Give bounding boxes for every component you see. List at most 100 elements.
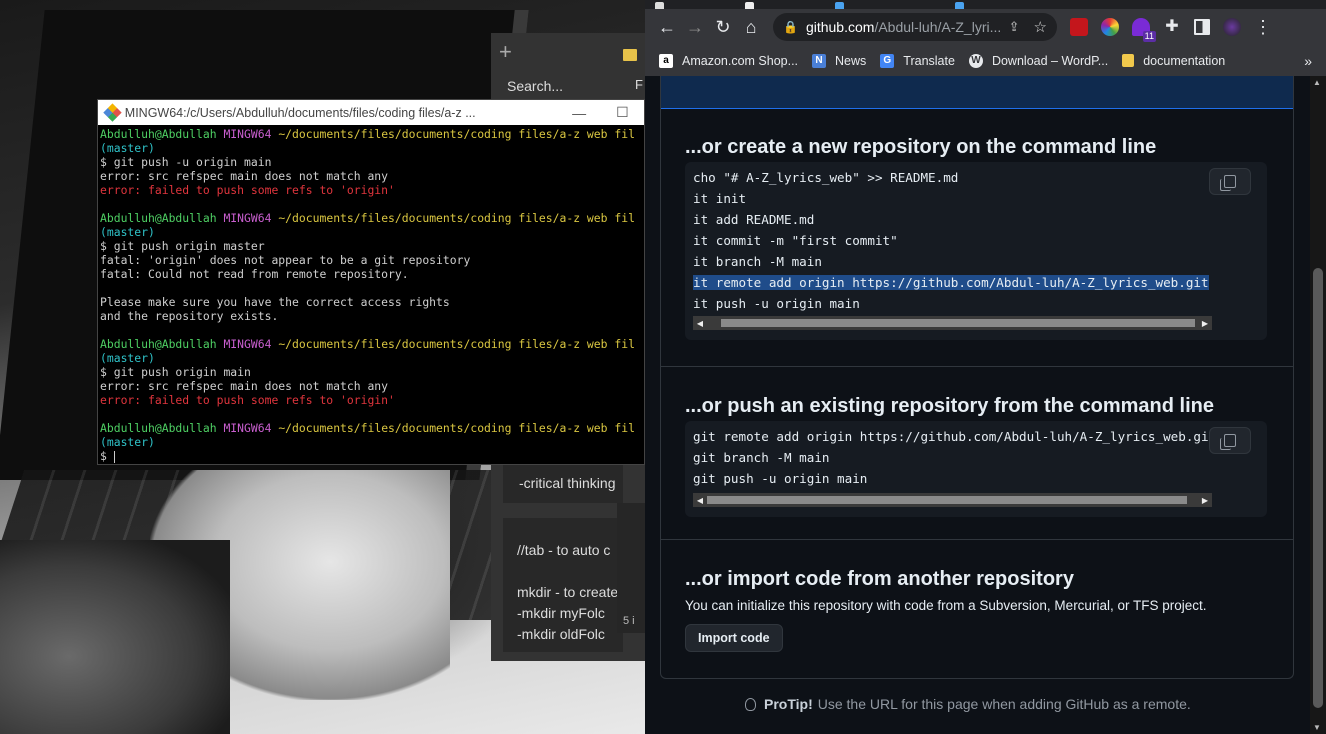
profile-avatar[interactable] <box>1223 18 1241 36</box>
notes-search-input[interactable]: Search... <box>507 78 563 94</box>
prompt-path: ~/documents/files/documents/coding files… <box>278 211 635 225</box>
note-line: -mkdir oldFolc <box>517 626 605 642</box>
side-panel-icon[interactable] <box>1194 19 1210 35</box>
prompt-user: Abdulluh@Abdullah <box>100 421 217 435</box>
back-icon[interactable]: ← <box>653 13 681 41</box>
share-icon[interactable]: ⇪ <box>1009 19 1020 35</box>
copy-button[interactable] <box>1209 168 1251 195</box>
code-line: it commit -m "first commit" <box>693 233 898 248</box>
scroll-left-icon[interactable]: ◀ <box>693 316 707 330</box>
code-line: cho "# A-Z_lyrics_web" >> README.md <box>693 170 959 185</box>
code-text[interactable]: git remote add origin https://github.com… <box>693 426 1212 489</box>
bookmark-news[interactable]: N News <box>812 53 867 68</box>
bookmark-label: Amazon.com Shop... <box>682 53 799 68</box>
light-bulb-icon <box>745 697 756 711</box>
import-section: ...or import code from another repositor… <box>661 539 1293 678</box>
terminal-command: $ git push -u origin main <box>100 155 272 169</box>
terminal-input-prompt[interactable]: $ <box>100 449 114 463</box>
scroll-left-icon[interactable]: ◀ <box>693 493 707 507</box>
terminal-line: fatal: 'origin' does not appear to be a … <box>100 253 471 267</box>
new-repo-code-block[interactable]: cho "# A-Z_lyrics_web" >> README.md it i… <box>685 162 1267 340</box>
prompt-user: Abdulluh@Abdullah <box>100 337 217 351</box>
maximize-button[interactable]: ☐ <box>601 104 644 121</box>
scrollbar-thumb[interactable] <box>721 319 1195 327</box>
bookmarks-more-icon[interactable]: » <box>1304 53 1312 69</box>
note-text: -critical thinking <box>519 475 616 491</box>
bookmark-translate[interactable]: G Translate <box>880 53 955 68</box>
import-heading: ...or import code from another repositor… <box>685 568 1074 590</box>
hat-extension-icon[interactable]: 11 <box>1132 18 1156 42</box>
note-card[interactable]: -critical thinking <box>503 463 623 503</box>
scrollbar-thumb[interactable] <box>707 496 1187 504</box>
extension-badge: 11 <box>1142 31 1156 42</box>
news-icon: N <box>812 53 827 68</box>
code-line: it push -u origin main <box>693 296 860 311</box>
url-path: /Abdul-luh/A-Z_lyri... <box>874 19 1002 35</box>
reload-icon[interactable]: ↻ <box>709 13 737 41</box>
code-line: it add README.md <box>693 212 815 227</box>
scroll-right-icon[interactable]: ▶ <box>1198 316 1212 330</box>
scrollbar-thumb[interactable] <box>1313 268 1323 708</box>
prompt-path: ~/documents/files/documents/coding files… <box>278 337 635 351</box>
horizontal-scrollbar[interactable]: ◀ ▶ <box>693 493 1212 507</box>
scroll-down-icon[interactable]: ▼ <box>1313 723 1321 732</box>
prompt-shell: MINGW64 <box>223 211 272 225</box>
push-existing-code-block[interactable]: git remote add origin https://github.com… <box>685 421 1267 517</box>
prompt-shell: MINGW64 <box>223 421 272 435</box>
terminal-error: error: failed to push some refs to 'orig… <box>100 183 395 197</box>
prompt-shell: MINGW64 <box>223 337 272 351</box>
note-card[interactable]: //tab - to auto c mkdir - to create -mkd… <box>503 518 623 652</box>
bookmark-label: Translate <box>903 53 955 68</box>
bookmark-wordpress[interactable]: W Download – WordP... <box>968 53 1108 68</box>
prompt-branch: (master) <box>100 141 155 155</box>
terminal-output[interactable]: Abdulluh@Abdullah MINGW64 ~/documents/fi… <box>98 125 644 463</box>
copy-icon <box>1220 175 1236 191</box>
terminal-title: MINGW64:/c/Users/Abdulluh/documents/file… <box>124 105 476 120</box>
terminal-line: Please make sure you have the correct ac… <box>100 295 450 309</box>
browser-window: ← → ↻ ⌂ 🔒 github.com/Abdul-luh/A-Z_lyri.… <box>645 0 1326 734</box>
extensions-puzzle-icon[interactable]: ✚ <box>1163 18 1181 36</box>
terminal-window[interactable]: MINGW64:/c/Users/Abdulluh/documents/file… <box>97 99 645 465</box>
terminal-line: error: src refspec main does not match a… <box>100 379 389 393</box>
forward-icon[interactable]: → <box>681 13 709 41</box>
scroll-up-icon[interactable]: ▲ <box>1313 78 1321 87</box>
terminal-line: and the repository exists. <box>100 309 279 323</box>
copy-button[interactable] <box>1209 427 1251 454</box>
bookmarks-bar: a Amazon.com Shop... N News G Translate W Do… <box>645 45 1326 76</box>
horizontal-scrollbar[interactable]: ◀ ▶ <box>693 316 1212 330</box>
code-line-selected: it remote add origin https://github.com/… <box>693 275 1209 290</box>
lock-icon[interactable]: 🔒 <box>783 20 798 34</box>
new-repo-section: ...or create a new repository on the com… <box>661 108 1293 368</box>
bookmark-star-icon[interactable]: ☆ <box>1034 18 1047 36</box>
page-vertical-scrollbar[interactable]: ▲ ▼ <box>1310 76 1326 734</box>
note-line: -mkdir myFolc <box>517 605 605 621</box>
protip-label: ProTip! <box>764 696 813 712</box>
code-line: git branch -M main <box>693 450 830 465</box>
menu-kebab-icon[interactable]: ⋮ <box>1249 13 1277 41</box>
new-repo-heading: ...or create a new repository on the com… <box>685 136 1157 158</box>
github-page: ...or create a new repository on the com… <box>645 76 1310 734</box>
color-picker-extension-icon[interactable] <box>1101 18 1119 36</box>
home-icon[interactable]: ⌂ <box>737 13 765 41</box>
translate-icon: G <box>880 53 895 68</box>
import-description: You can initialize this repository with … <box>685 598 1207 613</box>
minimize-button[interactable]: — <box>557 105 600 121</box>
pdf-extension-icon[interactable] <box>1070 18 1088 36</box>
terminal-titlebar[interactable]: MINGW64:/c/Users/Abdulluh/documents/file… <box>98 100 644 125</box>
code-line: it branch -M main <box>693 254 822 269</box>
scroll-right-icon[interactable]: ▶ <box>1198 493 1212 507</box>
notes-side-panel: 5 i <box>617 503 645 633</box>
address-bar[interactable]: 🔒 github.com/Abdul-luh/A-Z_lyri... ⇪ ☆ <box>773 13 1057 41</box>
protip-text: Use the URL for this page when adding Gi… <box>817 696 1191 712</box>
note-line: //tab - to auto c <box>517 542 611 558</box>
bookmark-amazon[interactable]: a Amazon.com Shop... <box>659 53 799 68</box>
bookmark-documentation[interactable]: documentation <box>1122 54 1225 68</box>
code-line: git push -u origin main <box>693 471 868 486</box>
add-note-icon[interactable]: + <box>499 39 512 65</box>
folder-icon[interactable] <box>623 49 637 61</box>
code-text[interactable]: cho "# A-Z_lyrics_web" >> README.md it i… <box>693 167 1212 314</box>
import-code-button[interactable]: Import code <box>685 624 783 652</box>
bookmark-label: documentation <box>1143 53 1226 68</box>
code-line: it init <box>693 191 747 206</box>
bookmark-label: News <box>835 53 867 68</box>
